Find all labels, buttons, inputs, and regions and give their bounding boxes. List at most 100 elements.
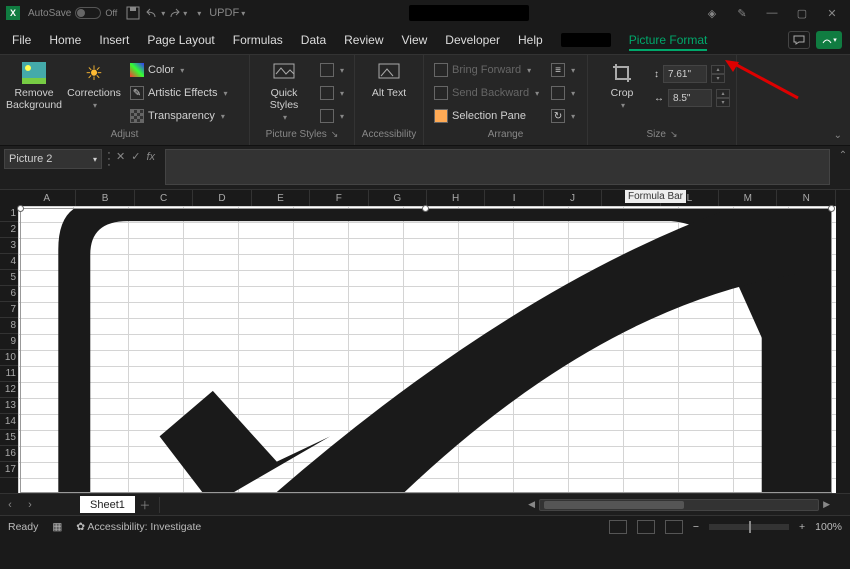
redo-icon[interactable]: ▾	[167, 3, 187, 23]
page-break-view-icon[interactable]	[665, 520, 683, 534]
zoom-in-icon[interactable]: +	[799, 521, 805, 533]
row-header-13[interactable]: 13	[0, 398, 18, 414]
cell-grid[interactable]	[18, 206, 836, 493]
col-header-F[interactable]: F	[310, 190, 368, 206]
undo-icon[interactable]: ▾	[145, 3, 165, 23]
picture-effects-button[interactable]: ▾	[316, 82, 348, 104]
tab-page-layout[interactable]: Page Layout	[147, 33, 214, 47]
column-headers[interactable]: ABCDEFGHIJKLMN	[18, 190, 836, 206]
row-header-2[interactable]: 2	[0, 222, 18, 238]
zoom-slider[interactable]	[709, 524, 789, 530]
inserted-picture[interactable]	[21, 209, 831, 492]
row-header-5[interactable]: 5	[0, 270, 18, 286]
comments-button[interactable]	[788, 31, 810, 49]
row-header-9[interactable]: 9	[0, 334, 18, 350]
vertical-scrollbar[interactable]	[836, 206, 850, 493]
row-header-1[interactable]: 1	[0, 206, 18, 222]
formula-cancel-icon[interactable]: ✕	[116, 150, 125, 163]
tab-picture-format[interactable]: Picture Format	[629, 33, 708, 47]
row-header-3[interactable]: 3	[0, 238, 18, 254]
new-sheet-icon[interactable]: ＋	[135, 497, 155, 513]
quick-styles-button[interactable]: Quick Styles ▾	[256, 59, 312, 122]
name-box[interactable]: Picture 2▾	[4, 149, 102, 169]
row-headers[interactable]: 1234567891011121314151617	[0, 206, 18, 478]
col-header-M[interactable]: M	[719, 190, 777, 206]
row-header-4[interactable]: 4	[0, 254, 18, 270]
width-value[interactable]: 8.5"	[668, 89, 712, 107]
horizontal-scrollbar[interactable]: ◀ ▶	[169, 499, 850, 511]
tab-help[interactable]: Help	[518, 33, 543, 47]
col-header-C[interactable]: C	[135, 190, 193, 206]
formula-bar-collapse-icon[interactable]: ⌃	[836, 146, 850, 161]
autosave[interactable]: AutoSave Off	[28, 7, 117, 19]
sheet1-tab[interactable]: Sheet1	[80, 496, 135, 513]
picture-selection-box[interactable]	[20, 208, 832, 493]
height-spinner[interactable]: ↕7.61"▴▾	[654, 65, 730, 83]
row-header-14[interactable]: 14	[0, 414, 18, 430]
col-header-D[interactable]: D	[193, 190, 251, 206]
col-header-J[interactable]: J	[544, 190, 602, 206]
tab-view[interactable]: View	[402, 33, 428, 47]
save-icon[interactable]	[123, 3, 143, 23]
col-header-I[interactable]: I	[485, 190, 543, 206]
updf-button[interactable]: UPDF▾	[217, 3, 237, 23]
row-header-15[interactable]: 15	[0, 430, 18, 446]
formula-bar-input[interactable]	[165, 149, 830, 185]
row-header-11[interactable]: 11	[0, 366, 18, 382]
row-header-12[interactable]: 12	[0, 382, 18, 398]
minimize-icon[interactable]: —	[760, 1, 784, 25]
col-header-A[interactable]: A	[18, 190, 76, 206]
group-button[interactable]: ▾	[547, 82, 579, 104]
color-button[interactable]: Color▾	[126, 59, 232, 81]
tab-developer[interactable]: Developer	[445, 33, 500, 47]
col-header-G[interactable]: G	[369, 190, 427, 206]
status-macro-icon[interactable]: ▦	[52, 521, 62, 533]
row-header-6[interactable]: 6	[0, 286, 18, 302]
hidden-tab[interactable]	[561, 33, 611, 47]
sheet-prev-icon[interactable]: ‹	[0, 499, 20, 511]
row-header-16[interactable]: 16	[0, 446, 18, 462]
tab-file[interactable]: File	[12, 33, 31, 47]
formula-enter-icon[interactable]: ✓	[131, 150, 140, 163]
height-value[interactable]: 7.61"	[663, 65, 707, 83]
col-header-B[interactable]: B	[76, 190, 134, 206]
row-header-17[interactable]: 17	[0, 462, 18, 478]
row-header-8[interactable]: 8	[0, 318, 18, 334]
send-backward-button[interactable]: Send Backward▾	[430, 82, 543, 104]
rotate-button[interactable]: ↻▾	[547, 105, 579, 127]
close-icon[interactable]: ✕	[820, 1, 844, 25]
alt-text-button[interactable]: Alt Text	[361, 59, 417, 99]
zoom-percent[interactable]: 100%	[815, 521, 842, 533]
formula-fx-icon[interactable]: fx	[146, 151, 155, 163]
row-header-7[interactable]: 7	[0, 302, 18, 318]
selection-pane-button[interactable]: Selection Pane	[430, 105, 543, 127]
qat-more-icon[interactable]: ▾	[189, 3, 209, 23]
tab-formulas[interactable]: Formulas	[233, 33, 283, 47]
transparency-button[interactable]: Transparency▾	[126, 105, 232, 127]
pen-icon[interactable]: ✎	[730, 1, 754, 25]
share-button[interactable]: ▾	[816, 31, 842, 49]
zoom-out-icon[interactable]: −	[693, 521, 699, 533]
crop-button[interactable]: Crop ▾	[594, 59, 650, 110]
picture-layout-button[interactable]: ▾	[316, 105, 348, 127]
tab-review[interactable]: Review	[344, 33, 383, 47]
normal-view-icon[interactable]	[609, 520, 627, 534]
sheet-next-icon[interactable]: ›	[20, 499, 40, 511]
status-accessibility[interactable]: ✿ Accessibility: Investigate	[76, 521, 201, 533]
tab-data[interactable]: Data	[301, 33, 326, 47]
row-header-10[interactable]: 10	[0, 350, 18, 366]
col-header-H[interactable]: H	[427, 190, 485, 206]
diamond-icon[interactable]: ◈	[700, 1, 724, 25]
maximize-icon[interactable]: ▢	[790, 1, 814, 25]
col-header-E[interactable]: E	[252, 190, 310, 206]
corrections-button[interactable]: ☀ Corrections ▾	[66, 59, 122, 110]
artistic-effects-button[interactable]: ✎Artistic Effects▾	[126, 82, 232, 104]
autosave-toggle[interactable]	[75, 7, 101, 19]
document-title[interactable]	[409, 5, 529, 21]
col-header-N[interactable]: N	[777, 190, 835, 206]
collapse-ribbon-icon[interactable]: ⌄	[834, 130, 842, 141]
remove-background-button[interactable]: Remove Background	[6, 59, 62, 111]
page-layout-view-icon[interactable]	[637, 520, 655, 534]
tab-home[interactable]: Home	[49, 33, 81, 47]
picture-border-button[interactable]: ▾	[316, 59, 348, 81]
